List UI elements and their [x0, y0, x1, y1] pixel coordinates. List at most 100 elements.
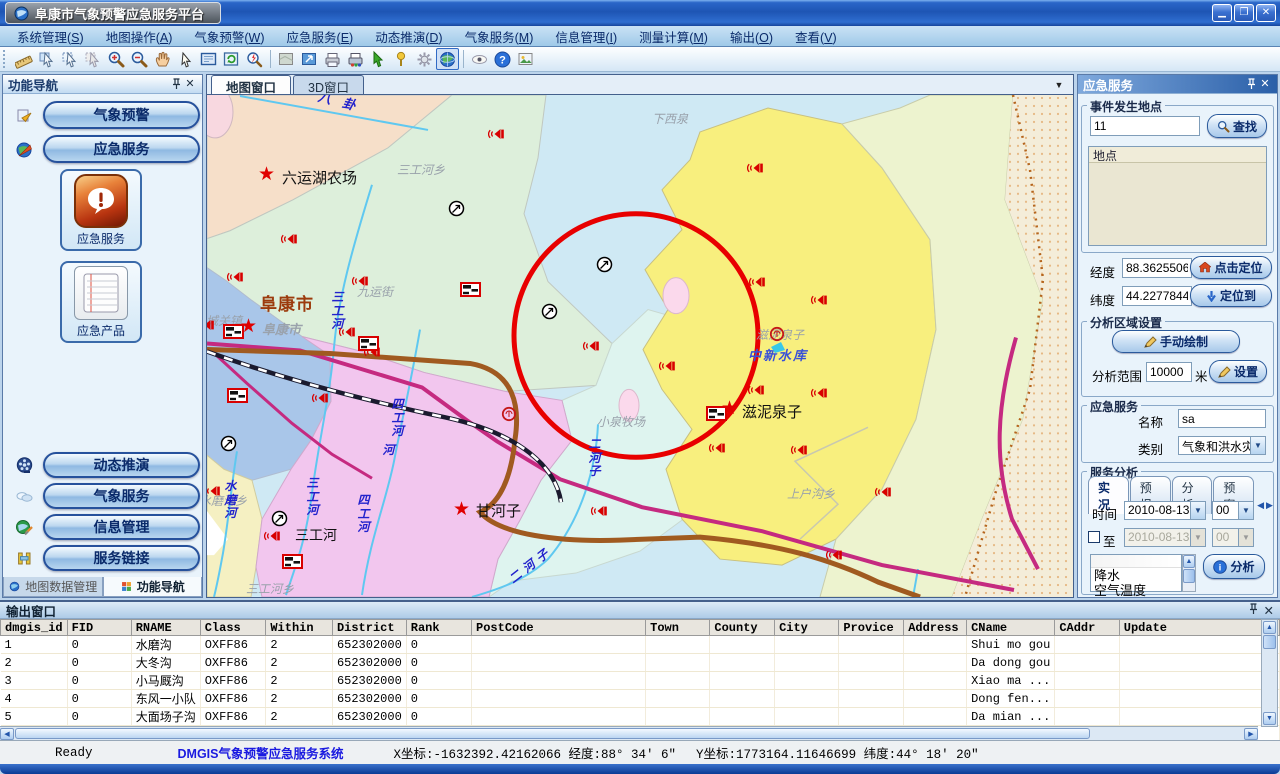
overview-map-icon[interactable] [275, 48, 298, 70]
place-marker-icon[interactable] [390, 48, 413, 70]
pin-icon[interactable] [1249, 603, 1258, 618]
export-map-icon[interactable] [298, 48, 321, 70]
column-header-Within[interactable]: Within [266, 620, 333, 636]
weather-element-list[interactable]: 降水空气温度 [1090, 554, 1182, 592]
menu-item-M[interactable]: 气象服务(M) [454, 25, 545, 48]
scroll-up-icon[interactable]: ▲ [1183, 555, 1195, 568]
scroll-thumb[interactable] [1263, 635, 1276, 649]
click-locate-button[interactable]: 点击定位 [1190, 256, 1272, 279]
nav-button-应急服务[interactable]: 应急服务 [43, 135, 200, 163]
date-to-select[interactable]: 2010-08-13 ▼ [1124, 528, 1206, 547]
close-icon[interactable]: ✕ [183, 78, 197, 91]
map-canvas[interactable]: 下西泉八卦六运湖农场三工河乡九运街阜康市城关镇阜康市滋泥泉子中新水库滋泥泉子小泉… [207, 95, 1073, 597]
menu-item-E[interactable]: 应急服务(E) [276, 25, 365, 48]
image-export-icon[interactable] [514, 48, 537, 70]
scroll-down-icon[interactable]: ▼ [1263, 712, 1276, 725]
map-tab-3D窗口[interactable]: 3D窗口 [293, 75, 364, 94]
measure-icon[interactable] [13, 48, 36, 70]
table-row[interactable]: 50大面场子沟OXFF8626523020000Da mian ... [1, 708, 1280, 726]
scroll-thumb[interactable] [15, 728, 1090, 739]
scroll-right-icon[interactable]: ▶ [1266, 500, 1273, 511]
column-header-City[interactable]: City [775, 620, 839, 636]
close-button[interactable]: ✕ [1256, 4, 1276, 22]
column-header-Provice[interactable]: Provice [839, 620, 904, 636]
zoom-in-icon[interactable] [105, 48, 128, 70]
list-item[interactable]: 空气温度 [1091, 583, 1181, 598]
table-row[interactable]: 20大冬沟OXFF8626523020000Da dong gou [1, 654, 1280, 672]
locate-to-button[interactable]: 定位到 [1190, 284, 1272, 307]
pan-icon[interactable] [151, 48, 174, 70]
column-header-District[interactable]: District [332, 620, 406, 636]
range-input[interactable] [1146, 362, 1192, 382]
longitude-input[interactable] [1122, 258, 1192, 278]
latitude-input[interactable] [1122, 286, 1192, 306]
print-preview-icon[interactable] [344, 48, 367, 70]
column-header-Town[interactable]: Town [646, 620, 710, 636]
column-header-PostCode[interactable]: PostCode [472, 620, 646, 636]
left-tab-地图数据管理[interactable]: 地图数据管理 [3, 577, 103, 597]
help-icon[interactable]: ? [491, 48, 514, 70]
search-button[interactable]: 查找 [1207, 114, 1267, 138]
restore-button[interactable]: ❐ [1234, 4, 1254, 22]
print-icon[interactable] [321, 48, 344, 70]
menu-item-V[interactable]: 查看(V) [784, 25, 848, 48]
column-header-Rank[interactable]: Rank [406, 620, 471, 636]
column-header-dmgis_id[interactable]: dmgis_id [1, 620, 68, 636]
menu-item-A[interactable]: 地图操作(A) [95, 25, 184, 48]
pick-feature-icon[interactable] [367, 48, 390, 70]
column-header-County[interactable]: County [710, 620, 775, 636]
scroll-right-icon[interactable]: ▶ [1244, 728, 1258, 740]
menu-item-S[interactable]: 系统管理(S) [6, 25, 95, 48]
column-header-CAddr[interactable]: CAddr [1055, 620, 1119, 636]
location-list[interactable]: 地点 [1088, 146, 1267, 246]
nav-button-气象预警[interactable]: 气象预警 [43, 101, 200, 129]
pin-icon[interactable] [1244, 78, 1258, 91]
menu-item-D[interactable]: 动态推演(D) [364, 25, 453, 48]
scroll-thumb[interactable] [1183, 569, 1195, 583]
visibility-eye-icon[interactable] [468, 48, 491, 70]
scroll-left-icon[interactable]: ◀ [1257, 500, 1264, 511]
analyze-button[interactable]: i 分析 [1203, 554, 1265, 579]
column-header-Class[interactable]: Class [200, 620, 266, 636]
identify-icon[interactable] [243, 48, 266, 70]
nav-button-动态推演[interactable]: 动态推演 [43, 452, 200, 478]
minimize-button[interactable]: ▁ [1212, 4, 1232, 22]
zoom-out-icon[interactable] [128, 48, 151, 70]
menu-item-O[interactable]: 输出(O) [719, 25, 784, 48]
pin-icon[interactable] [169, 78, 183, 91]
vertical-scrollbar[interactable]: ▲ ▼ [1261, 619, 1278, 727]
select-elements-icon[interactable] [36, 48, 59, 70]
big-button-应急产品[interactable]: 应急产品 [60, 261, 142, 343]
column-header-RNAME[interactable]: RNAME [131, 620, 200, 636]
pointer-icon[interactable] [174, 48, 197, 70]
table-row[interactable]: 10水磨沟OXFF8626523020000Shui mo gou [1, 636, 1280, 654]
close-icon[interactable]: ✕ [1258, 78, 1272, 91]
refresh-view-icon[interactable] [220, 48, 243, 70]
table-row[interactable]: 40东风一小队OXFF8626523020000Dong fen... [1, 690, 1280, 708]
nav-button-服务链接[interactable]: 服务链接 [43, 545, 200, 571]
big-button-应急服务[interactable]: 应急服务 [60, 169, 142, 251]
list-item[interactable]: 降水 [1091, 568, 1181, 583]
map-tab-地图窗口[interactable]: 地图窗口 [211, 75, 291, 94]
menu-item-M[interactable]: 测量计算(M) [628, 25, 719, 48]
table-row[interactable]: 30小马厩沟OXFF8626523020000Xiao ma ... [1, 672, 1280, 690]
select-area-icon[interactable] [59, 48, 82, 70]
hour-from-select[interactable]: 00 ▼ [1212, 501, 1254, 520]
nav-button-信息管理[interactable]: 信息管理 [43, 514, 200, 540]
column-header-CName[interactable]: CName [967, 620, 1055, 636]
column-header-Update[interactable]: Update [1119, 620, 1279, 636]
service-type-select[interactable]: 气象和洪水灾害 ▼ [1178, 436, 1266, 455]
list-scrollbar[interactable]: ▲ [1182, 554, 1196, 592]
scroll-left-icon[interactable]: ◀ [0, 728, 14, 740]
hour-to-select[interactable]: 00 ▼ [1212, 528, 1254, 547]
horizontal-scrollbar[interactable]: ◀ ▶ [0, 726, 1258, 740]
to-checkbox[interactable] [1088, 531, 1100, 543]
location-search-input[interactable] [1090, 116, 1200, 136]
service-globe-icon[interactable] [436, 48, 459, 70]
full-extent-icon[interactable] [197, 48, 220, 70]
set-range-button[interactable]: 设置 [1209, 360, 1267, 383]
service-name-input[interactable] [1178, 409, 1266, 428]
nav-button-气象服务[interactable]: 气象服务 [43, 483, 200, 509]
menu-item-W[interactable]: 气象预警(W) [183, 25, 275, 48]
manual-draw-button[interactable]: 手动绘制 [1112, 330, 1240, 353]
